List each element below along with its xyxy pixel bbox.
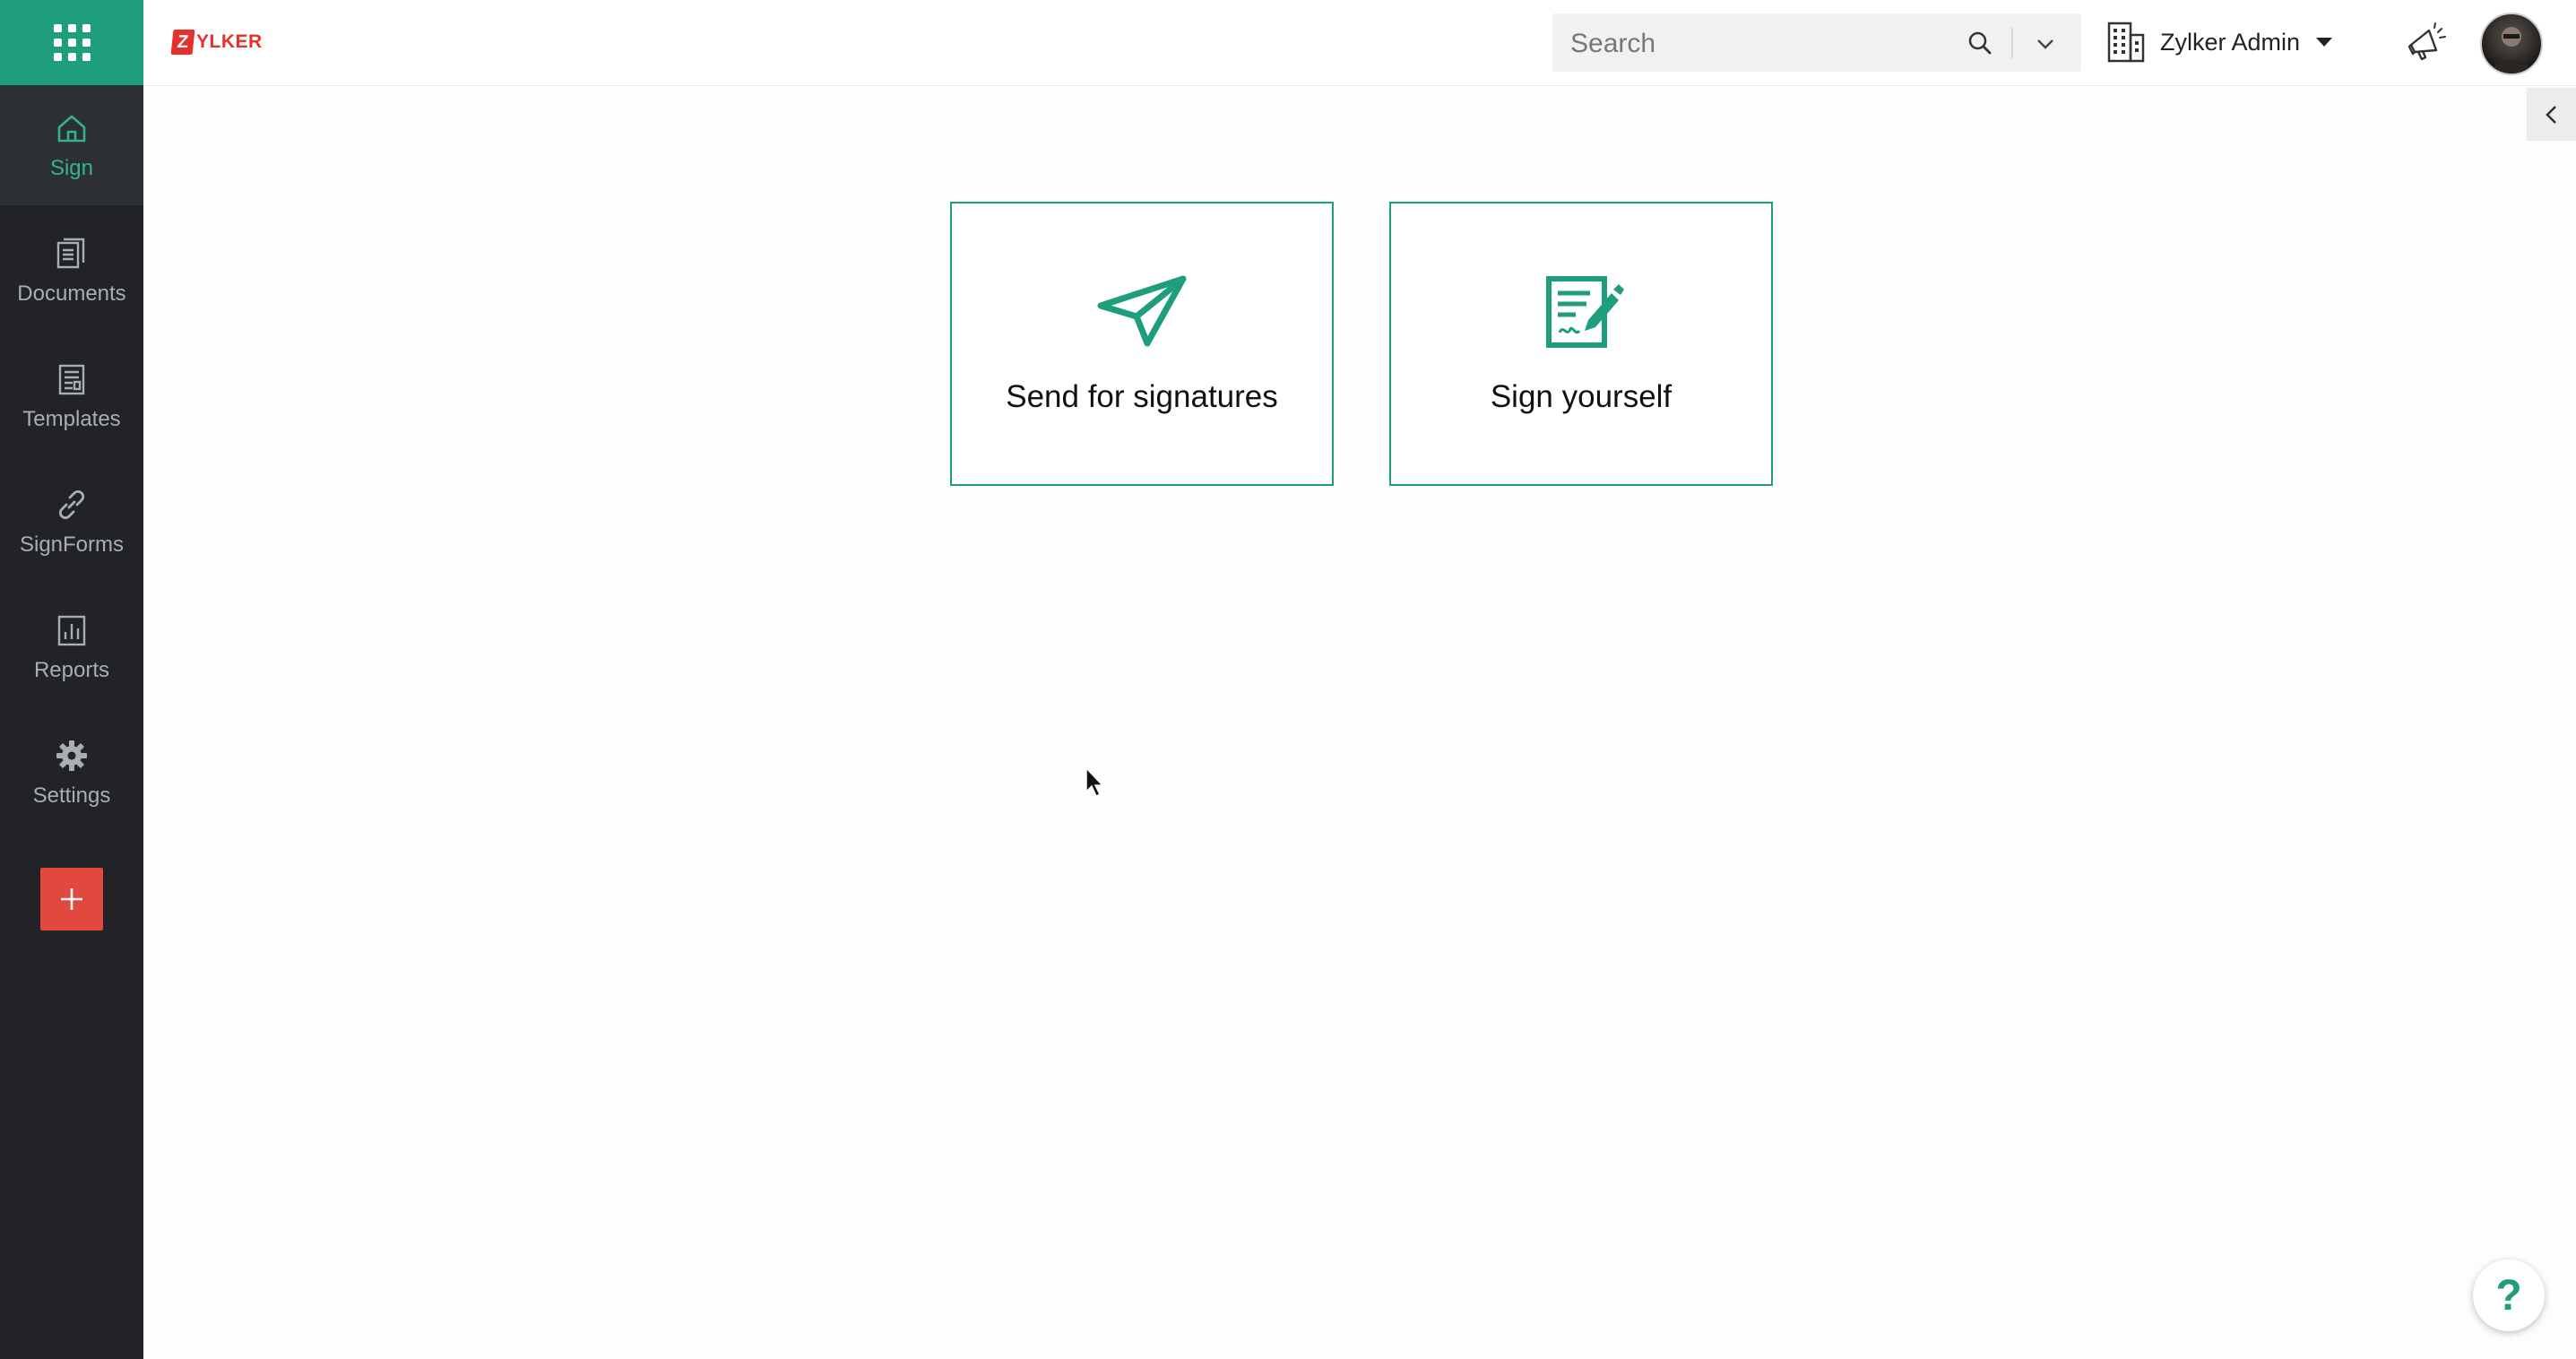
documents-icon (53, 235, 91, 273)
sidebar-item-templates[interactable]: Templates (0, 336, 143, 456)
templates-icon (53, 360, 91, 398)
gear-icon (53, 737, 91, 775)
chevron-down-icon[interactable] (2033, 31, 2058, 56)
sidebar-item-settings[interactable]: Settings (0, 713, 143, 833)
top-header: Z YLKER Zylker Admin (143, 0, 2576, 85)
org-switcher[interactable]: Zylker Admin (2106, 20, 2333, 65)
sign-document-icon (1546, 276, 1624, 348)
sidebar: Sign Documents Templates SignForms Repor… (0, 0, 143, 1359)
org-name: Zylker Admin (2160, 28, 2301, 56)
sidebar-item-reports[interactable]: Reports (0, 587, 143, 707)
reports-icon (53, 611, 91, 649)
sidebar-item-label: Templates (22, 407, 121, 431)
divider (2011, 28, 2013, 58)
user-avatar[interactable] (2480, 13, 2543, 75)
megaphone-icon[interactable] (2402, 20, 2449, 66)
paper-plane-icon (1097, 275, 1187, 347)
home-icon (53, 109, 91, 147)
sidebar-item-documents[interactable]: Documents (0, 211, 143, 331)
sign-yourself-card[interactable]: Sign yourself (1389, 202, 1773, 486)
apps-grid-button[interactable] (0, 0, 143, 85)
sidebar-item-sign[interactable]: Sign (0, 85, 143, 205)
sidebar-item-signforms[interactable]: SignForms (0, 462, 143, 582)
card-label: Sign yourself (1490, 379, 1673, 414)
plus-icon (61, 888, 82, 910)
sidebar-item-label: Settings (32, 783, 111, 808)
sidebar-item-label: Sign (49, 156, 94, 180)
zylker-logo[interactable]: Z YLKER (170, 29, 263, 56)
help-icon: ? (2495, 1271, 2522, 1320)
sidebar-item-label: Documents (17, 281, 126, 306)
search-box (1552, 13, 2081, 74)
apps-grid-icon (53, 24, 91, 61)
help-button[interactable]: ? (2473, 1259, 2545, 1331)
chevron-left-icon (2545, 105, 2556, 124)
collapse-panel-button[interactable] (2527, 88, 2576, 141)
building-icon (2107, 22, 2145, 63)
card-label: Send for signatures (1006, 379, 1278, 414)
create-button[interactable] (40, 868, 103, 931)
search-input[interactable] (1552, 13, 1975, 74)
search-icon[interactable] (1967, 30, 1993, 56)
caret-down-icon (2316, 38, 2333, 47)
send-for-signatures-card[interactable]: Send for signatures (950, 202, 1334, 486)
sidebar-item-label: Reports (33, 658, 110, 682)
sidebar-item-label: SignForms (19, 532, 125, 557)
mouse-cursor-icon (1085, 766, 1104, 798)
link-icon (53, 486, 91, 524)
